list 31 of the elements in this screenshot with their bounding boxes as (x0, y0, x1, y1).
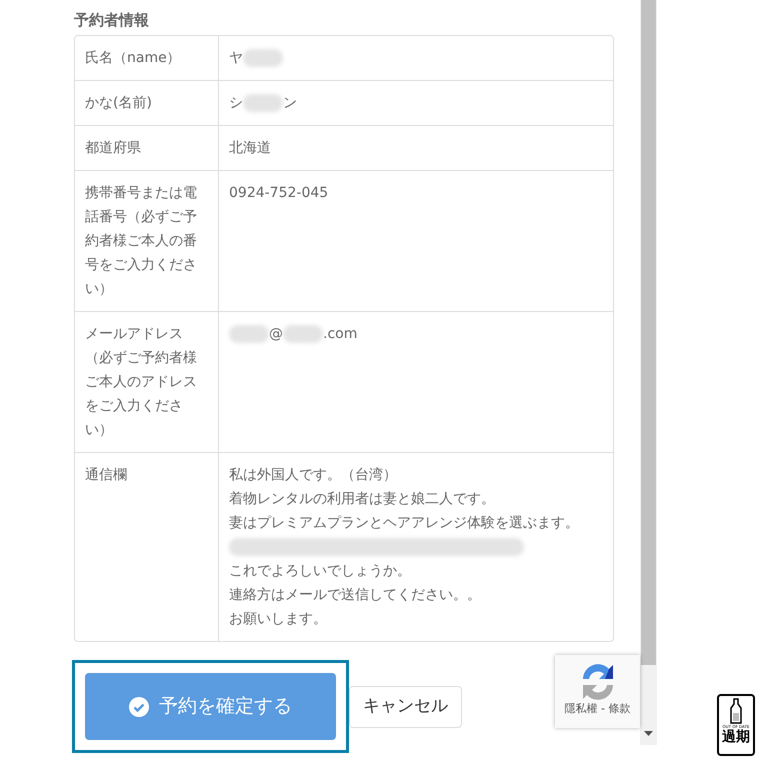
redaction-blur (229, 325, 269, 343)
scroll-down-icon[interactable] (644, 731, 653, 737)
table-cell-text: @ (269, 325, 283, 344)
message-line: お願いします。 (229, 610, 328, 629)
section-title: 予約者情報 (74, 10, 150, 31)
table-cell-text: シ (229, 94, 243, 113)
redaction-blur (243, 94, 283, 112)
cancel-button[interactable]: キャンセル (349, 686, 462, 728)
message-line: 着物レンタルの利用者は妻と娘二人です。 (229, 490, 496, 509)
table-cell: メールアドレス（必ずご予約者様ご本人のアドレスをご入力ください） (75, 312, 219, 452)
table-cell-text: 0924-752-045 (229, 184, 328, 203)
redaction-blur (283, 325, 323, 343)
table-cell: 氏名（name） (75, 36, 219, 80)
message-line: 私は外国人です。（台湾） (229, 466, 398, 485)
table-cell-text: ヤ (229, 49, 243, 68)
table-cell: 通信欄 (75, 453, 219, 641)
privacy-terms-link[interactable]: 隱私權 - 條款 (560, 703, 635, 715)
message-line: これでよろしいでしょうか。 (229, 562, 412, 581)
table-cell: 携帯番号または電話番号（必ずご予約者様ご本人の番号をご入力ください） (75, 171, 219, 311)
table-cell-text: ン (283, 94, 297, 113)
message-line: 妻はプレミアムプランとヘアアレンジ体験を選ぶます。 (229, 514, 580, 533)
check-circle-icon (129, 696, 149, 716)
table-cell: かな(名前) (75, 81, 219, 125)
message-line: 連絡方はメールで送信してください。。 (229, 586, 482, 605)
stamp-label: 過期 (722, 729, 750, 745)
table-cell-text: .com (323, 325, 358, 344)
scrollbar[interactable] (640, 0, 657, 745)
table-cell-text: 北海道 (229, 139, 271, 158)
bottle-icon (729, 698, 743, 724)
redaction-blur (243, 49, 283, 67)
table-cell: 都道府県 (75, 126, 219, 170)
